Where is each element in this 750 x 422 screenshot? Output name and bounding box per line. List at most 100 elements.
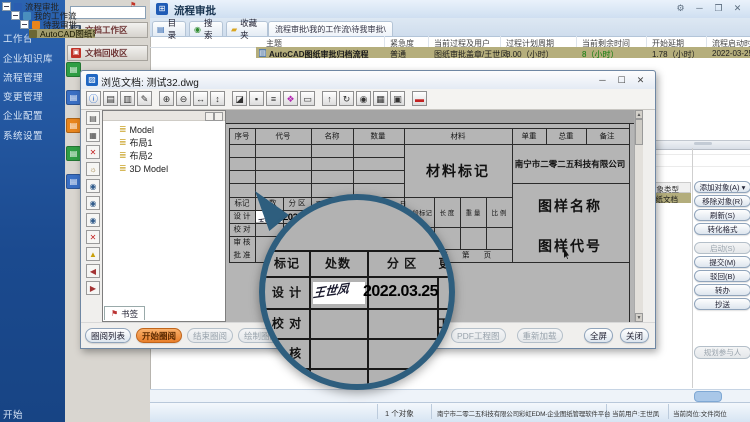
bands-icon[interactable]: ▬ (412, 91, 427, 106)
seal-2-icon[interactable]: ◉ (86, 196, 100, 210)
tree-item-selected-workflow[interactable]: AutoCAD图纸审批归档流程 (29, 29, 95, 38)
palette-icon[interactable]: ❖ (283, 91, 298, 106)
collapse-icon[interactable] (20, 20, 29, 29)
erase-icon[interactable]: ✕ (86, 230, 100, 244)
reject-button[interactable]: 驳回(B) (694, 270, 750, 282)
module-blue-icon[interactable]: ▤ (66, 90, 81, 105)
review-list-button[interactable]: 圈阅列表 (85, 328, 131, 343)
info-icon[interactable]: ⓘ (86, 91, 101, 106)
seal-1-icon[interactable]: ◉ (86, 179, 100, 193)
capture-icon[interactable]: ▦ (86, 128, 100, 142)
viewer-scroll-thumb[interactable] (635, 119, 643, 145)
tab-search[interactable]: ◉ 搜索 (189, 21, 223, 36)
refresh-button[interactable]: 刷新(S) (694, 209, 750, 221)
prev-icon[interactable]: ◀ (86, 264, 100, 278)
point-icon[interactable]: ▪ (249, 91, 264, 106)
close-icon[interactable]: ✕ (634, 74, 647, 87)
sidebar-item-knowledge[interactable]: 企业知识库 (3, 51, 53, 65)
pin-icon[interactable]: ⚑ (130, 1, 136, 9)
close-dialog-button[interactable]: 关闭 (620, 328, 649, 343)
module-green-2-icon[interactable]: ▤ (66, 146, 81, 161)
tab-favorites[interactable]: ▰ 收藏夹 (226, 21, 268, 36)
page-up-icon[interactable]: ↑ (322, 91, 337, 106)
magnifier-circle: 标记 处数 分 区 更 设 计 王世凤 2022.03.25 校 对 工 审 核… (259, 194, 455, 390)
mag-signature-cell: 王世凤 (313, 282, 365, 304)
warning-icon[interactable]: ▲ (86, 247, 100, 261)
layout-icon: ≣ (119, 150, 127, 161)
minimize-icon[interactable]: ─ (693, 2, 706, 15)
bookmark-tab[interactable]: ⚑ 书签 (104, 306, 145, 320)
collapse-icon[interactable] (2, 2, 11, 11)
transfer-button[interactable]: 转办 (694, 284, 750, 296)
search-icon: ◉ (194, 25, 201, 34)
convert-format-button[interactable]: 转化格式 (694, 223, 750, 235)
seal-3-icon[interactable]: ◉ (86, 213, 100, 227)
add-object-button[interactable]: 添加对象(A) ▾ (694, 181, 750, 193)
maximize-icon[interactable]: ❐ (712, 2, 725, 15)
next-icon[interactable]: ▶ (86, 281, 100, 295)
window-view-icon[interactable]: ▭ (300, 91, 315, 106)
status-object-count: 1 个对象 (385, 408, 414, 419)
zoom-out-icon[interactable]: ⊖ (176, 91, 191, 106)
tree-item-pending-approval[interactable]: 待我审批 (20, 20, 77, 29)
layers-icon[interactable]: ≡ (266, 91, 281, 106)
sidebar-item-config[interactable]: 企业配置 (3, 108, 43, 122)
workspace-module-icons: ▤ ▤ ▤ ▤ ▤ (66, 62, 81, 202)
remove-object-button[interactable]: 移除对象(R) (694, 195, 750, 207)
material-mark-label: 材料标记 (426, 161, 490, 181)
submit-button[interactable]: 提交(M) (694, 256, 750, 268)
cell-planned-period: 8.00（小时） (506, 49, 554, 60)
start-button[interactable]: 开始 (3, 407, 23, 421)
tab-catalog[interactable]: ▤ 目录 (152, 21, 186, 36)
locate-icon[interactable]: ◉ (356, 91, 371, 106)
delete-icon[interactable]: ✕ (86, 145, 100, 159)
zoom-in-icon[interactable]: ⊕ (159, 91, 174, 106)
light-icon[interactable]: ☼ (86, 162, 100, 176)
scrollbar-thumb[interactable] (694, 391, 722, 402)
shade-icon[interactable]: ◪ (232, 91, 247, 106)
minimize-icon[interactable]: ─ (596, 74, 609, 87)
settings-icon[interactable]: ⚙ (674, 2, 687, 15)
scroll-up-icon[interactable]: ▲ (635, 110, 643, 119)
layout-tree-item[interactable]: ≣Model (105, 123, 223, 136)
module-green-icon[interactable]: ▤ (66, 62, 81, 77)
dialog-window-controls: ─ ☐ ✕ (596, 74, 647, 87)
panel-close-icon[interactable] (214, 112, 223, 121)
scroll-down-icon[interactable]: ▼ (635, 313, 643, 322)
layout-tree-item-label: 布局2 (130, 149, 153, 162)
frame-view-icon[interactable]: ▣ (390, 91, 405, 106)
pdf-buttons: PDF工程图重新加载 (451, 328, 563, 343)
module-orange-icon[interactable]: ▤ (66, 118, 81, 133)
doc-recycle-button[interactable]: ▣ 文档回收区 (67, 45, 148, 61)
horizontal-scrollbar[interactable] (150, 389, 750, 403)
layout-tree-item[interactable]: ≣3D Model (105, 162, 223, 175)
dialog-titlebar[interactable]: ▨ 浏览文档: 测试32.dwg ─ ☐ ✕ (81, 71, 655, 90)
breadcrumb[interactable]: 流程审批\我的工作流\待我审批\ (268, 21, 393, 36)
preview-icon[interactable]: ▤ (103, 91, 118, 106)
print-icon[interactable]: ▥ (120, 91, 135, 106)
collapse-icon[interactable] (11, 11, 20, 20)
fullscreen-button[interactable]: 全屏 (584, 328, 613, 343)
app-icon: ⊞ (156, 3, 168, 15)
image-view-icon[interactable]: ▦ (373, 91, 388, 106)
start-review-button[interactable]: 开始圈阅 (136, 328, 182, 343)
rotate-icon[interactable]: ↻ (339, 91, 354, 106)
close-icon[interactable]: ✕ (731, 2, 744, 15)
markup-pen-icon[interactable]: ✎ (137, 91, 152, 106)
sidebar-item-change[interactable]: 变更管理 (3, 89, 43, 103)
maximize-icon[interactable]: ☐ (615, 74, 628, 87)
layout-tree-item[interactable]: ≣布局2 (105, 149, 223, 162)
screen: 工作台 企业知识库 流程管理 变更管理 企业配置 系统设置 开始 ⚑ ▣ 文档工… (0, 0, 750, 422)
module-blue-2-icon[interactable]: ▤ (66, 174, 81, 189)
panel-pin-icon[interactable] (205, 112, 214, 121)
tree-panel-header (103, 111, 225, 121)
layout-tree-item[interactable]: ≣布局1 (105, 136, 223, 149)
cc-button[interactable]: 抄送 (694, 298, 750, 310)
fit-height-icon[interactable]: ↕ (210, 91, 225, 106)
fit-width-icon[interactable]: ↔ (193, 91, 208, 106)
sidebar-item-settings[interactable]: 系统设置 (3, 128, 43, 142)
sidebar-item-process[interactable]: 流程管理 (3, 70, 43, 84)
main-window-controls: ⚙ ─ ❐ ✕ (674, 2, 744, 15)
viewer-scrollbar[interactable]: ▲ ▼ (634, 110, 643, 322)
sheet-icon[interactable]: ▤ (86, 111, 100, 125)
